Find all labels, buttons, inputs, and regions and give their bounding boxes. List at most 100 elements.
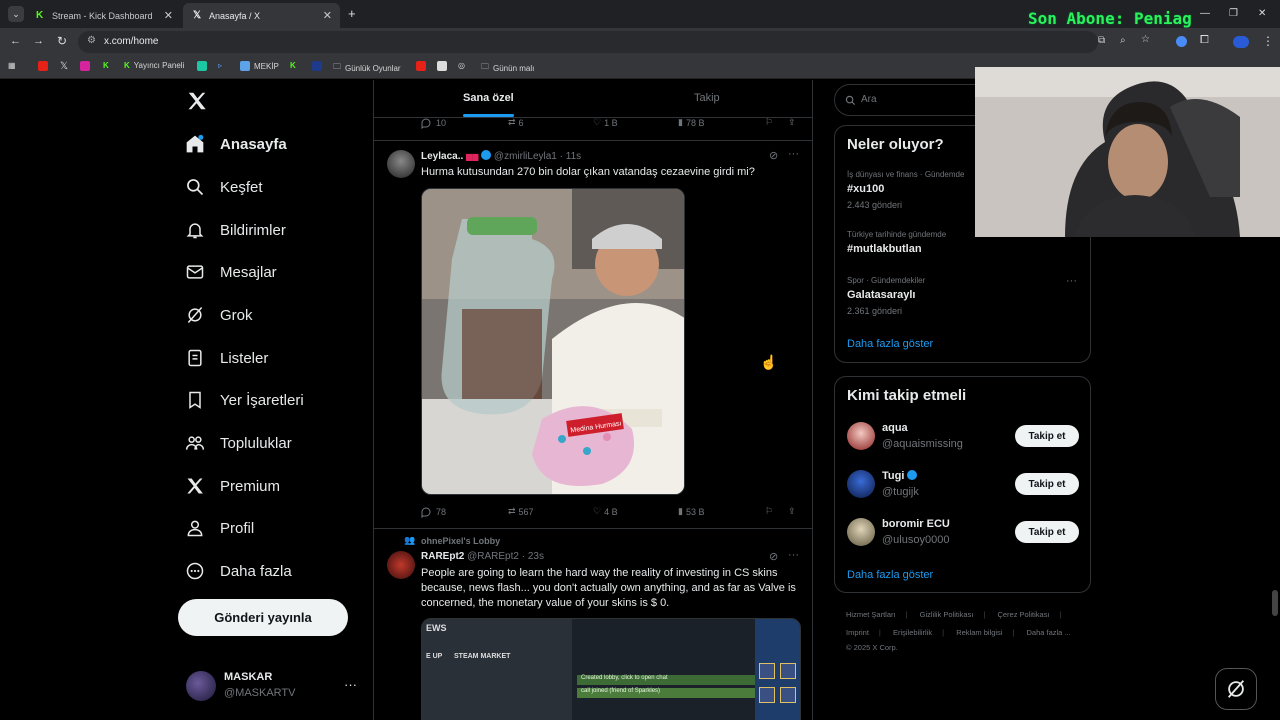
avatar[interactable] xyxy=(847,518,875,546)
youtube-bookmark-2[interactable] xyxy=(416,61,430,71)
footer-link[interactable]: Çerez Politikası xyxy=(997,610,1049,619)
footer-link[interactable]: Daha fazla ... xyxy=(1027,628,1071,637)
window-close-icon[interactable]: ✕ xyxy=(1258,8,1266,19)
close-icon[interactable]: ✕ xyxy=(323,9,332,22)
bookmark-image[interactable] xyxy=(437,61,451,71)
follow-name[interactable]: boromir ECU xyxy=(882,518,950,530)
bookmark-gunun-mali[interactable]: 🗀 Günün malı xyxy=(481,61,534,75)
x-bookmark[interactable]: 𝕏 xyxy=(60,61,68,72)
apps-grid-icon[interactable]: ▦ xyxy=(8,61,16,70)
footer-link[interactable]: Erişilebilirlik xyxy=(893,628,932,637)
tweet-image[interactable]: EWS E UP STEAM MARKET Created lobby, cli… xyxy=(421,618,801,720)
views-button[interactable]: ▮ 78 B xyxy=(678,117,704,128)
repost-button[interactable]: ⇄ 567 xyxy=(508,506,534,517)
tab-kick-dashboard[interactable]: K Stream - Kick Dashboard ✕ xyxy=(26,3,181,28)
follow-button[interactable]: Takip et xyxy=(1015,521,1079,543)
address-bar[interactable]: ⚙ x.com/home ⧉ ⌕ ☆ xyxy=(78,31,1150,53)
close-icon[interactable]: ✕ xyxy=(164,9,173,22)
kick-bookmark-2[interactable]: K xyxy=(290,61,296,70)
extension-icon[interactable] xyxy=(1176,36,1187,47)
avatar[interactable] xyxy=(847,470,875,498)
share-icon[interactable]: ⇪ xyxy=(788,506,796,517)
nav-more[interactable]: Daha fazla xyxy=(184,553,292,589)
nav-explore[interactable]: Keşfet xyxy=(184,169,263,205)
more-icon[interactable]: ··· xyxy=(344,677,357,692)
like-button[interactable]: ♡ 4 B xyxy=(593,506,618,517)
scrollbar[interactable] xyxy=(1272,590,1278,616)
more-icon[interactable]: ··· xyxy=(788,549,799,561)
bookmark-gunluk-oyunlar[interactable]: 🗀 Günlük Oyunlar xyxy=(333,61,401,75)
maximize-icon[interactable]: ❐ xyxy=(1229,8,1238,19)
reply-button[interactable]: 10 xyxy=(420,117,446,129)
author-name[interactable]: RAREpt2 xyxy=(421,551,464,562)
tab-following[interactable]: Takip xyxy=(694,92,720,104)
avatar[interactable] xyxy=(847,422,875,450)
new-tab-icon[interactable]: + xyxy=(348,6,356,21)
nav-bookmarks[interactable]: Yer İşaretleri xyxy=(184,382,304,418)
more-icon[interactable]: ··· xyxy=(1066,275,1077,287)
like-button[interactable]: ♡ 1 B xyxy=(593,117,618,128)
tweet-video[interactable]: Medina Hurması xyxy=(421,188,685,495)
install-icon[interactable]: ⧉ xyxy=(1098,35,1105,46)
bookmark-blue[interactable] xyxy=(312,61,326,71)
back-icon[interactable]: ← xyxy=(10,35,21,47)
footer-link[interactable]: Hizmet Şartları xyxy=(846,610,896,619)
nav-grok[interactable]: Grok xyxy=(184,297,253,333)
browser-menu-icon[interactable]: ⋮ xyxy=(1262,34,1274,48)
instagram-bookmark[interactable] xyxy=(80,61,94,71)
nav-lists[interactable]: Listeler xyxy=(184,340,268,376)
nav-home[interactable]: Anasayfa xyxy=(184,126,287,162)
site-info-icon[interactable]: ⚙ xyxy=(87,35,96,46)
author-name[interactable]: Leylaca.. xyxy=(421,151,463,162)
footer-link[interactable]: Reklam bilgisi xyxy=(956,628,1002,637)
profile-avatar-icon[interactable] xyxy=(1233,36,1249,48)
youtube-bookmark[interactable] xyxy=(38,61,52,71)
community-context[interactable]: ohnePixel's Lobby xyxy=(421,536,500,546)
reply-button[interactable]: 78 xyxy=(420,506,446,518)
nav-profile[interactable]: Profil xyxy=(184,510,254,546)
post-button[interactable]: Gönderi yayınla xyxy=(178,599,348,636)
tab-search-button[interactable]: ⌄ xyxy=(8,6,24,22)
tweet-time[interactable]: · 23s xyxy=(522,551,544,562)
grok-fab-button[interactable] xyxy=(1215,668,1257,710)
extensions-puzzle-icon[interactable]: ⧠ xyxy=(1200,34,1209,47)
avatar[interactable] xyxy=(387,551,415,579)
share-icon[interactable]: ⇪ xyxy=(788,117,796,128)
nav-messages[interactable]: Mesajlar xyxy=(184,254,277,290)
repost-button[interactable]: ⇄ 6 xyxy=(508,117,524,128)
follow-name-row[interactable]: Tugi xyxy=(882,470,918,482)
follow-button[interactable]: Takip et xyxy=(1015,473,1079,495)
kick-bookmark[interactable]: K xyxy=(103,61,109,70)
author-handle[interactable]: @zmirliLeyla1 xyxy=(494,151,557,162)
x-logo-icon[interactable] xyxy=(186,90,208,112)
tab-for-you[interactable]: Sana özel xyxy=(463,92,514,104)
bookmark-icon[interactable]: ⚐ xyxy=(765,117,773,128)
forward-icon[interactable]: → xyxy=(33,35,44,47)
tweet-time[interactable]: · 11s xyxy=(560,151,582,162)
views-button[interactable]: ▮ 53 B xyxy=(678,506,704,517)
footer-link[interactable]: Gizlilik Politikası xyxy=(920,610,974,619)
grok-icon[interactable]: ⊘ xyxy=(769,149,778,162)
avatar[interactable] xyxy=(387,150,415,178)
bookmark-yayinci-paneli[interactable]: K Yayıncı Paneli xyxy=(124,61,184,70)
bookmark-mekip[interactable]: MEKİP xyxy=(240,61,279,71)
follow-show-more-link[interactable]: Daha fazla göster xyxy=(847,569,933,581)
footer-link[interactable]: Imprint xyxy=(846,628,869,637)
nav-communities[interactable]: Topluluklar xyxy=(184,425,292,461)
grok-icon[interactable]: ⊘ xyxy=(769,550,778,563)
follow-button[interactable]: Takip et xyxy=(1015,425,1079,447)
author-handle[interactable]: @RAREpt2 xyxy=(467,551,519,562)
bookmark-prime[interactable]: ▹ xyxy=(218,61,222,70)
nav-notifications[interactable]: Bildirimler xyxy=(184,212,286,248)
more-icon[interactable]: ··· xyxy=(788,148,799,160)
bookmark-app[interactable] xyxy=(197,61,211,71)
trends-show-more-link[interactable]: Daha fazla göster xyxy=(847,338,933,350)
follow-name[interactable]: aqua xyxy=(882,422,908,434)
nav-premium[interactable]: Premium xyxy=(184,468,280,504)
bookmark-icon[interactable]: ⚐ xyxy=(765,506,773,517)
tab-x-home[interactable]: 𝕏 Anasayfa / X ✕ xyxy=(183,3,340,28)
minimize-icon[interactable]: — xyxy=(1200,8,1210,19)
bookmark-globe[interactable]: ◎ xyxy=(458,61,465,70)
reload-icon[interactable]: ↻ xyxy=(57,34,67,48)
star-icon[interactable]: ☆ xyxy=(1141,34,1150,45)
